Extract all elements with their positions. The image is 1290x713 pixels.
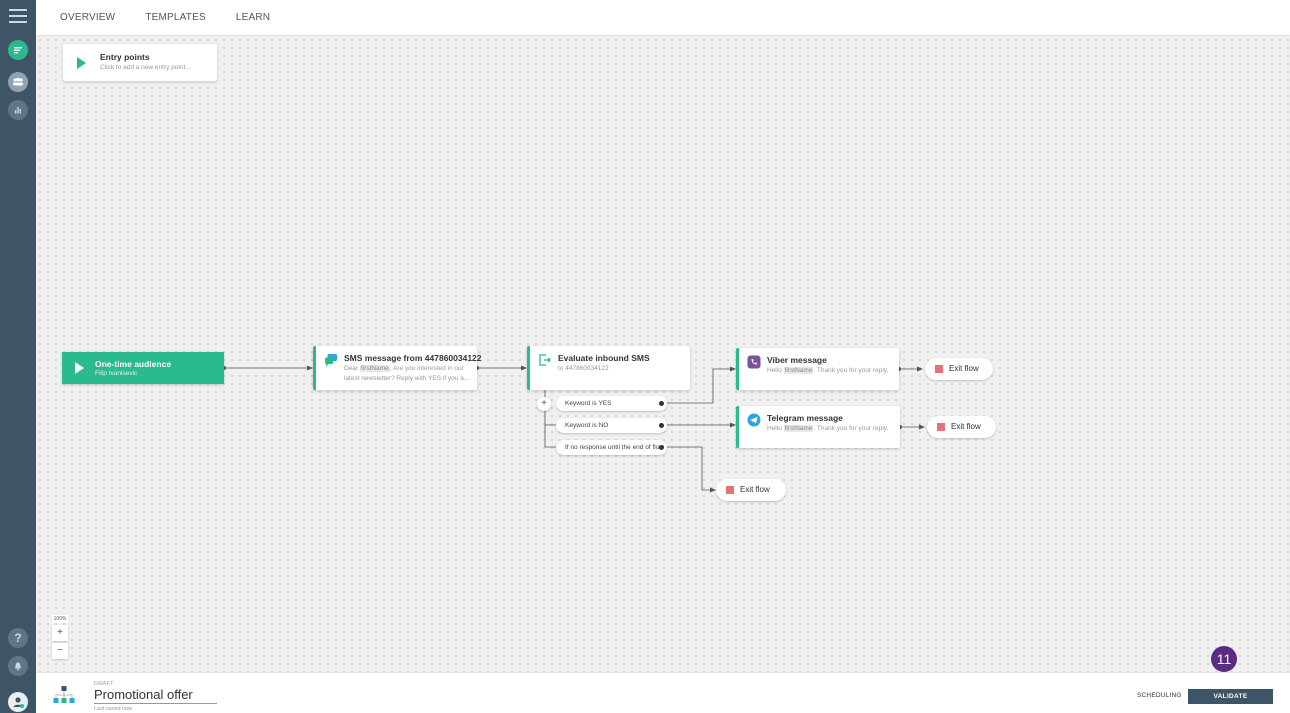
top-nav: OVERVIEW TEMPLATES LEARN [36, 0, 1290, 36]
zoom-in-button[interactable]: + [52, 625, 68, 641]
avatar-icon[interactable] [8, 692, 28, 712]
stop-icon [937, 423, 945, 431]
exit-flow-node[interactable]: Exit flow [927, 416, 996, 438]
sms-message-node[interactable]: SMS message from 447860034122 Dear first… [313, 346, 482, 390]
branch-no-response[interactable]: If no response until the end of flow [556, 440, 667, 455]
branch-keyword-no[interactable]: Keyword is NO [556, 418, 667, 433]
stop-icon [935, 365, 943, 373]
evaluate-inbound-node[interactable]: Evaluate inbound SMS to 447860034122 [527, 346, 690, 390]
exit-flow-label: Exit flow [949, 364, 979, 373]
zoom-level: 100% [52, 615, 68, 623]
exit-flow-label: Exit flow [740, 485, 770, 494]
audience-node[interactable]: One-time audience Filip Ivanisevic [62, 352, 224, 384]
audience-title: One-time audience [95, 359, 172, 369]
flows-icon[interactable] [8, 40, 28, 60]
bottom-bar: DRAFT Promotional offer Last saved now S… [36, 672, 1290, 713]
play-icon [75, 362, 84, 374]
tab-templates[interactable]: TEMPLATES [145, 12, 206, 23]
tab-learn[interactable]: LEARN [236, 12, 270, 23]
zoom-controls: 100% + − [52, 615, 68, 659]
branch-keyword-yes[interactable]: Keyword is YES [556, 396, 667, 411]
add-branch-button[interactable]: + [537, 397, 551, 411]
connector-dot[interactable] [659, 445, 664, 450]
help-icon[interactable]: ? [8, 628, 28, 648]
branch-label: Keyword is NO [565, 422, 609, 429]
zoom-out-button[interactable]: − [52, 643, 68, 659]
audience-subtitle: Filip Ivanisevic [95, 370, 138, 377]
branch-label: Keyword is YES [565, 400, 612, 407]
connector-dot[interactable] [659, 423, 664, 428]
viber-icon [747, 355, 761, 369]
sms-icon [325, 354, 337, 367]
telegram-node-title: Telegram message [767, 413, 843, 423]
stop-icon [726, 486, 734, 494]
tab-overview[interactable]: OVERVIEW [60, 12, 115, 23]
entry-points-title: Entry points [100, 52, 150, 62]
menu-icon[interactable] [9, 9, 27, 23]
branch-label: If no response until the end of flow [565, 444, 665, 451]
scheduling-button[interactable]: SCHEDULING [1137, 692, 1182, 699]
exit-flow-node[interactable]: Exit flow [925, 358, 993, 380]
exit-flow-label: Exit flow [951, 422, 981, 431]
sms-node-title: SMS message from 447860034122 [344, 353, 482, 363]
last-saved-text: Last saved now [94, 706, 133, 712]
telegram-node-text: Hello firstName. Thank you for your repl… [767, 425, 889, 432]
exit-flow-node[interactable]: Exit flow [716, 479, 786, 501]
left-rail: ? [0, 0, 36, 713]
telegram-message-node[interactable]: Telegram message Hello firstName. Thank … [736, 406, 900, 448]
validate-button[interactable]: VALIDATE [1188, 689, 1273, 704]
connector-dot[interactable] [659, 401, 664, 406]
play-icon [77, 57, 86, 69]
viber-node-text: Hello firstName. Thank you for your repl… [767, 367, 889, 374]
viber-node-title: Viber message [767, 355, 827, 365]
step-badge: 11 [1211, 646, 1237, 672]
entry-points-card[interactable]: Entry points Click to add a new entry po… [63, 44, 217, 81]
flow-canvas[interactable]: Entry points Click to add a new entry po… [36, 36, 1290, 672]
viber-message-node[interactable]: Viber message Hello firstName. Thank you… [736, 348, 899, 390]
flow-diagram-icon [53, 686, 75, 703]
evaluate-node-title: Evaluate inbound SMS [558, 353, 650, 363]
evaluate-icon [539, 354, 551, 366]
telegram-icon [747, 413, 761, 427]
analytics-icon[interactable] [8, 100, 28, 120]
entry-points-subtitle: Click to add a new entry point... [100, 64, 191, 71]
flow-title[interactable]: Promotional offer [94, 687, 217, 704]
bell-icon[interactable] [8, 656, 28, 676]
sms-node-preview: Dear firstName, Are you interested in ou… [344, 365, 470, 382]
people-icon[interactable] [8, 72, 28, 92]
evaluate-node-subtitle: to 447860034122 [558, 365, 609, 372]
